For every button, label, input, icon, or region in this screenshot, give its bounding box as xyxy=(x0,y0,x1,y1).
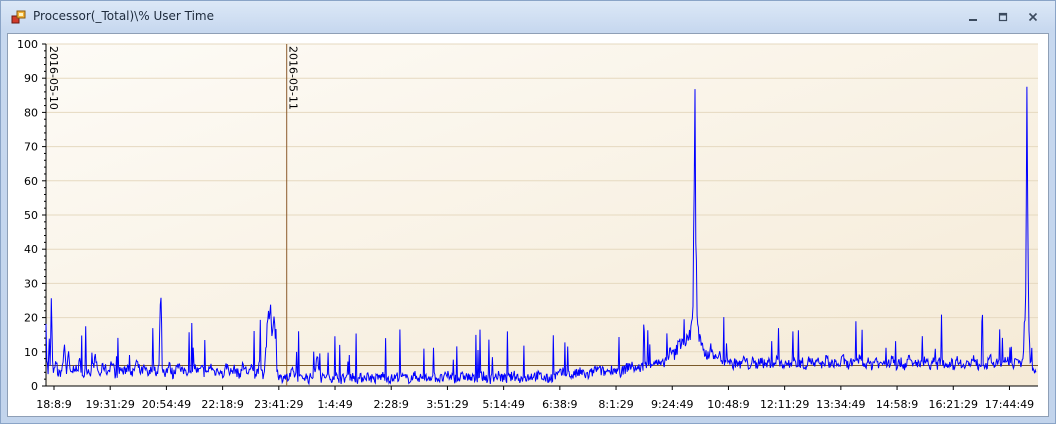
line-chart: 0 10 20 30 40 50 60 70 80 90 100 18:8:9 19:31:29 20:… xyxy=(17,38,1038,411)
y-tick-label: 30 xyxy=(24,277,38,290)
chart-panel: 0 10 20 30 40 50 60 70 80 90 100 18:8:9 19:31:29 20:… xyxy=(7,33,1049,417)
x-tick-label: 23:41:29 xyxy=(254,398,303,411)
date-marker-label: 2016-05-11 xyxy=(287,46,300,110)
x-tick-label: 12:11:29 xyxy=(760,398,809,411)
x-tick-label: 3:51:29 xyxy=(426,398,468,411)
minimize-button[interactable] xyxy=(963,9,983,25)
restore-button[interactable] xyxy=(993,9,1013,25)
x-tick-label: 17:44:49 xyxy=(985,398,1034,411)
restore-icon xyxy=(998,12,1008,22)
y-axis: 0 10 20 30 40 50 60 70 80 90 100 xyxy=(17,38,47,393)
x-tick-label: 5:14:49 xyxy=(482,398,524,411)
app-window: Processor(_Total)\% User Time 0 10 20 30… xyxy=(0,0,1056,424)
y-tick-label: 100 xyxy=(17,38,38,51)
x-tick-label: 9:24:49 xyxy=(651,398,693,411)
y-tick-label: 90 xyxy=(24,72,38,85)
y-tick-label: 50 xyxy=(24,209,38,222)
close-button[interactable] xyxy=(1023,9,1043,25)
x-tick-label: 1:4:49 xyxy=(317,398,352,411)
x-tick-label: 2:28:9 xyxy=(374,398,409,411)
x-tick-label: 19:31:29 xyxy=(86,398,135,411)
y-tick-label: 20 xyxy=(24,312,38,325)
minimize-icon xyxy=(969,19,977,21)
y-tick-label: 80 xyxy=(24,106,38,119)
close-icon xyxy=(1028,12,1038,22)
y-tick-label: 70 xyxy=(24,141,38,154)
date-marker-label: 2016-05-10 xyxy=(47,46,60,110)
app-window-icon xyxy=(11,10,26,24)
x-tick-label: 16:21:29 xyxy=(929,398,978,411)
x-tick-label: 22:18:9 xyxy=(201,398,243,411)
y-tick-label: 10 xyxy=(24,346,38,359)
x-tick-label: 10:48:9 xyxy=(707,398,749,411)
x-tick-label: 6:38:9 xyxy=(542,398,577,411)
y-tick-label: 60 xyxy=(24,175,38,188)
x-tick-label: 14:58:9 xyxy=(876,398,918,411)
y-tick-label: 40 xyxy=(24,243,38,256)
x-tick-label: 13:34:49 xyxy=(816,398,865,411)
x-tick-label: 20:54:49 xyxy=(142,398,191,411)
x-axis: 18:8:9 19:31:29 20:54:49 22:18:9 23:41:29 1:4… xyxy=(36,385,1038,411)
x-tick-label: 8:1:29 xyxy=(598,398,633,411)
x-tick-label: 18:8:9 xyxy=(36,398,71,411)
window-title: Processor(_Total)\% User Time xyxy=(33,9,214,23)
y-tick-label: 0 xyxy=(31,380,38,393)
title-bar[interactable]: Processor(_Total)\% User Time xyxy=(1,1,1055,33)
